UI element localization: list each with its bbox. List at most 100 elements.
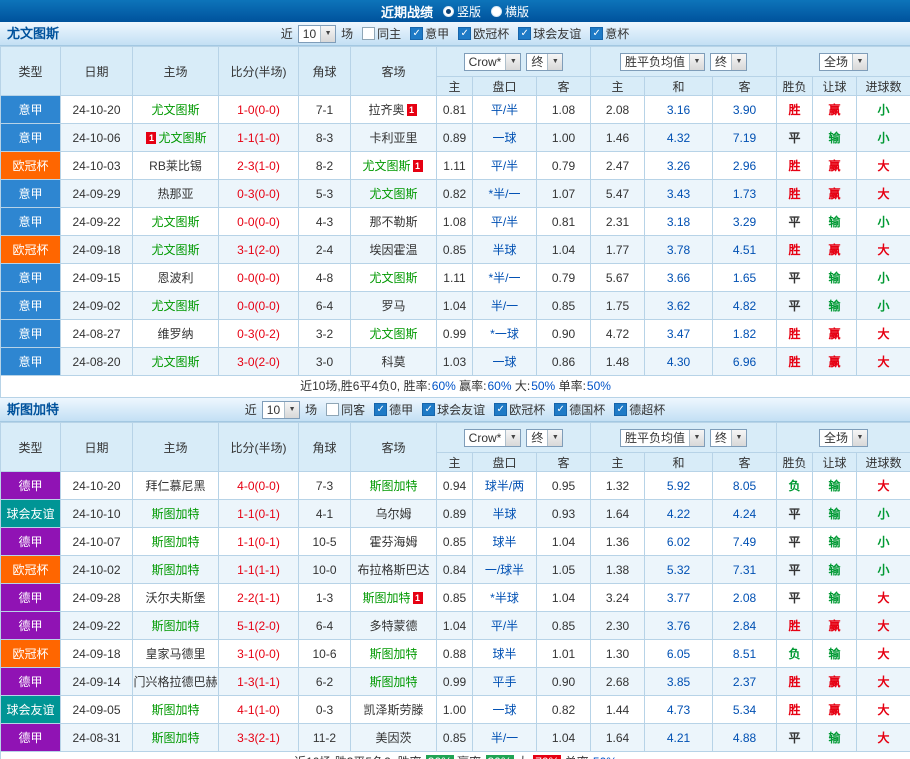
- team-name[interactable]: 斯图加特: [369, 479, 417, 493]
- team-name[interactable]: 热那亚: [157, 187, 193, 201]
- team-name[interactable]: 拜仁慕尼黑: [145, 479, 205, 493]
- match-row: 意甲24-08-20尤文图斯3-0(2-0)3-0科莫1.03一球0.861.4…: [1, 348, 910, 376]
- league-badge: 意甲: [1, 292, 61, 320]
- team-name[interactable]: 斯图加特: [151, 619, 199, 633]
- team-name[interactable]: 斯图加特: [362, 591, 410, 605]
- home-team: 斯图加特: [133, 500, 219, 528]
- team-name[interactable]: 斯图加特: [369, 675, 417, 689]
- league-filter[interactable]: ✓欧冠杯: [494, 401, 545, 418]
- team-name[interactable]: 尤文图斯: [151, 299, 199, 313]
- final-odds-select[interactable]: 终 ▼: [526, 429, 563, 447]
- league-filter-list: 同客 ✓德甲 ✓球会友谊 ✓欧冠杯 ✓德国杯 ✓德超杯: [326, 401, 665, 418]
- team-name[interactable]: 罗马: [381, 299, 405, 313]
- league-filter[interactable]: 同客: [326, 401, 365, 418]
- league-filter[interactable]: ✓意甲: [410, 25, 449, 42]
- team-name[interactable]: 斯图加特: [151, 535, 199, 549]
- bookmaker-select[interactable]: Crow* ▼: [464, 53, 522, 71]
- league-filter[interactable]: ✓欧冠杯: [458, 25, 509, 42]
- team-name[interactable]: 布拉格斯巴达: [357, 563, 429, 577]
- checkbox-unchecked-icon[interactable]: [326, 403, 339, 416]
- col-sub-wdl: 胜负: [777, 453, 813, 472]
- checkbox-checked-icon[interactable]: ✓: [410, 27, 423, 40]
- team-name[interactable]: 皇家马德里: [145, 647, 205, 661]
- league-filter[interactable]: ✓德甲: [374, 401, 413, 418]
- checkbox-checked-icon[interactable]: ✓: [554, 403, 567, 416]
- checkbox-checked-icon[interactable]: ✓: [518, 27, 531, 40]
- team-name[interactable]: 恩波利: [157, 271, 193, 285]
- checkbox-checked-icon[interactable]: ✓: [374, 403, 387, 416]
- checkbox-checked-icon[interactable]: ✓: [458, 27, 471, 40]
- league-filter[interactable]: ✓意杯: [590, 25, 629, 42]
- final-mean-select[interactable]: 终 ▼: [710, 429, 747, 447]
- checkbox-unchecked-icon[interactable]: [362, 27, 375, 40]
- team-name[interactable]: 斯图加特: [151, 563, 199, 577]
- bookmaker-select[interactable]: Crow* ▼: [464, 429, 522, 447]
- checkbox-checked-icon[interactable]: ✓: [614, 403, 627, 416]
- team-name[interactable]: 尤文图斯: [151, 103, 199, 117]
- match-date: 24-10-20: [61, 472, 133, 500]
- team-name[interactable]: 拉齐奥: [368, 103, 404, 117]
- corners: 8-2: [299, 152, 351, 180]
- team-name[interactable]: 乌尔姆: [375, 507, 411, 521]
- league-filter[interactable]: ✓球会友谊: [422, 401, 485, 418]
- layout-radio-horizontal[interactable]: 横版: [491, 3, 529, 20]
- match-count-select[interactable]: 10 ▼: [298, 25, 336, 43]
- league-filter[interactable]: ✓球会友谊: [518, 25, 581, 42]
- mean-home: 1.64: [591, 500, 645, 528]
- team-name[interactable]: 门兴格拉德巴赫: [133, 675, 217, 689]
- checkbox-checked-icon[interactable]: ✓: [590, 27, 603, 40]
- mean-draw: 4.22: [645, 500, 713, 528]
- team-name[interactable]: 斯图加特: [151, 703, 199, 717]
- team-name[interactable]: 霍芬海姆: [369, 535, 417, 549]
- team-cell-content: 埃因霍温: [369, 243, 417, 257]
- team-name[interactable]: 尤文图斯: [362, 159, 410, 173]
- team-name[interactable]: 凯泽斯劳滕: [363, 703, 423, 717]
- team-name[interactable]: 尤文图斯: [158, 131, 206, 145]
- layout-radio-vertical[interactable]: 竖版: [443, 3, 481, 20]
- radio-selected-icon[interactable]: [443, 6, 454, 17]
- radio-unselected-icon[interactable]: [491, 6, 502, 17]
- team-cell-content: 热那亚: [157, 187, 193, 201]
- team-name[interactable]: 那不勒斯: [369, 215, 417, 229]
- team-name[interactable]: 美因茨: [375, 731, 411, 745]
- final-mean-select[interactable]: 终 ▼: [710, 53, 747, 71]
- team-name[interactable]: 科莫: [381, 355, 405, 369]
- team-name[interactable]: RB莱比锡: [149, 159, 202, 173]
- team-name[interactable]: 斯图加特: [369, 647, 417, 661]
- team-name[interactable]: 尤文图斯: [369, 187, 417, 201]
- team-name[interactable]: 斯图加特: [151, 507, 199, 521]
- team-name[interactable]: 尤文图斯: [151, 215, 199, 229]
- result-wdl: 负: [777, 640, 813, 668]
- match-count-select[interactable]: 10 ▼: [262, 401, 300, 419]
- mean-odds-select[interactable]: 胜平负均值 ▼: [620, 53, 705, 71]
- home-team: 斯图加特: [133, 724, 219, 752]
- mean-home: 1.48: [591, 348, 645, 376]
- mean-draw: 3.47: [645, 320, 713, 348]
- scope-select[interactable]: 全场 ▼: [819, 429, 868, 447]
- team-name[interactable]: 卡利亚里: [369, 131, 417, 145]
- league-filter[interactable]: 同主: [362, 25, 401, 42]
- team-name[interactable]: 维罗纳: [157, 327, 193, 341]
- team-name[interactable]: 多特蒙德: [369, 619, 417, 633]
- checkbox-checked-icon[interactable]: ✓: [422, 403, 435, 416]
- final-odds-select[interactable]: 终 ▼: [526, 53, 563, 71]
- league-filter[interactable]: ✓德超杯: [614, 401, 665, 418]
- chevron-down-icon: ▼: [689, 430, 704, 446]
- checkbox-checked-icon[interactable]: ✓: [494, 403, 507, 416]
- team-name[interactable]: 尤文图斯: [151, 355, 199, 369]
- team-name[interactable]: 沃尔夫斯堡: [145, 591, 205, 605]
- scope-select[interactable]: 全场 ▼: [819, 53, 868, 71]
- team-name[interactable]: 斯图加特: [151, 731, 199, 745]
- team-section-header: 斯图加特 近 10 ▼ 场 同客✓德甲✓球会友谊✓欧冠杯✓德国杯✓德超杯: [0, 398, 910, 422]
- league-filter[interactable]: ✓德国杯: [554, 401, 605, 418]
- team-name[interactable]: 埃因霍温: [369, 243, 417, 257]
- team-name[interactable]: 尤文图斯: [369, 327, 417, 341]
- result-wdl: 胜: [777, 96, 813, 124]
- team-name[interactable]: 尤文图斯: [151, 243, 199, 257]
- mean-odds-select[interactable]: 胜平负均值 ▼: [620, 429, 705, 447]
- mean-away: 1.73: [713, 180, 777, 208]
- team-name[interactable]: 尤文图斯: [369, 271, 417, 285]
- league-badge: 意甲: [1, 320, 61, 348]
- corners: 7-3: [299, 472, 351, 500]
- odds-away: 1.04: [537, 528, 591, 556]
